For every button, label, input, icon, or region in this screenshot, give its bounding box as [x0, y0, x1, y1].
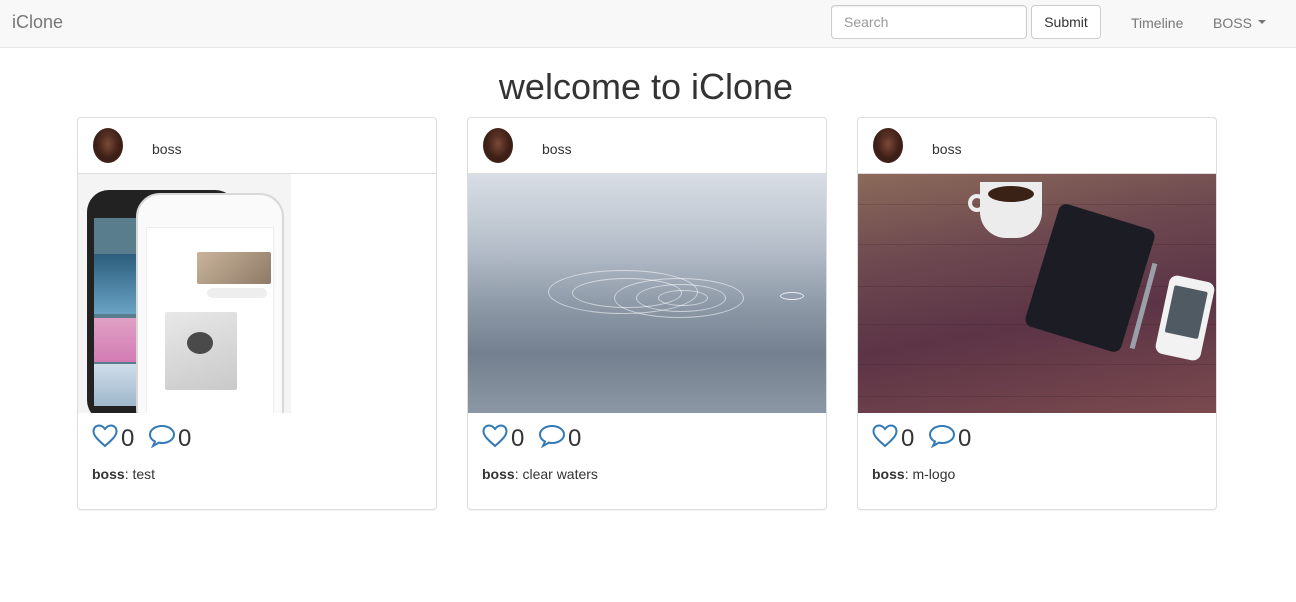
post-card: boss 0 0 boss: m-logo [857, 117, 1217, 510]
post-author[interactable]: boss [152, 141, 182, 157]
top-navbar: iClone Submit Timeline BOSS [0, 0, 1296, 48]
comment-icon [148, 424, 176, 448]
timeline-link[interactable]: Timeline [1131, 14, 1183, 32]
post-header: boss [78, 118, 436, 174]
post-author[interactable]: boss [542, 141, 572, 157]
post-header: boss [468, 118, 826, 174]
caption-author: boss [872, 466, 905, 482]
post-image[interactable] [78, 174, 436, 413]
user-menu-dropdown[interactable]: BOSS [1213, 14, 1266, 32]
like-count: 0 [511, 425, 525, 452]
like-count: 0 [901, 425, 915, 452]
desk-photo [858, 174, 1216, 413]
heart-icon [872, 424, 898, 448]
search-input[interactable] [831, 5, 1027, 39]
caption-text: : clear waters [514, 466, 598, 482]
brand-logo-link[interactable]: iClone [12, 12, 63, 32]
page-title: welcome to iClone [498, 66, 794, 107]
post-caption: boss: m-logo [872, 466, 955, 482]
caption-author: boss [482, 466, 515, 482]
water-photo [468, 174, 826, 413]
avatar[interactable] [873, 128, 903, 163]
like-count: 0 [121, 425, 135, 452]
post-caption: boss: test [92, 466, 155, 482]
user-menu-label: BOSS [1213, 15, 1252, 31]
comment-count: 0 [178, 425, 192, 452]
post-card: boss 0 0 boss: clear waters [467, 117, 827, 510]
comment-count: 0 [958, 425, 972, 452]
caption-text: : m-logo [904, 466, 956, 482]
phones-photo [78, 174, 291, 413]
post-header: boss [858, 118, 1216, 174]
submit-button[interactable]: Submit [1031, 5, 1101, 39]
heart-icon [482, 424, 508, 448]
caption-author: boss [92, 466, 125, 482]
post-image[interactable] [858, 174, 1216, 413]
avatar[interactable] [483, 128, 513, 163]
comment-icon [538, 424, 566, 448]
comment-icon [928, 424, 956, 448]
caret-down-icon [1257, 20, 1266, 25]
post-image[interactable] [468, 174, 826, 413]
heart-icon [92, 424, 118, 448]
comment-count: 0 [568, 425, 582, 452]
caption-text: : test [124, 466, 156, 482]
post-caption: boss: clear waters [482, 466, 598, 482]
post-card: boss 0 0 boss: test [77, 117, 437, 510]
avatar[interactable] [93, 128, 123, 163]
post-author[interactable]: boss [932, 141, 962, 157]
